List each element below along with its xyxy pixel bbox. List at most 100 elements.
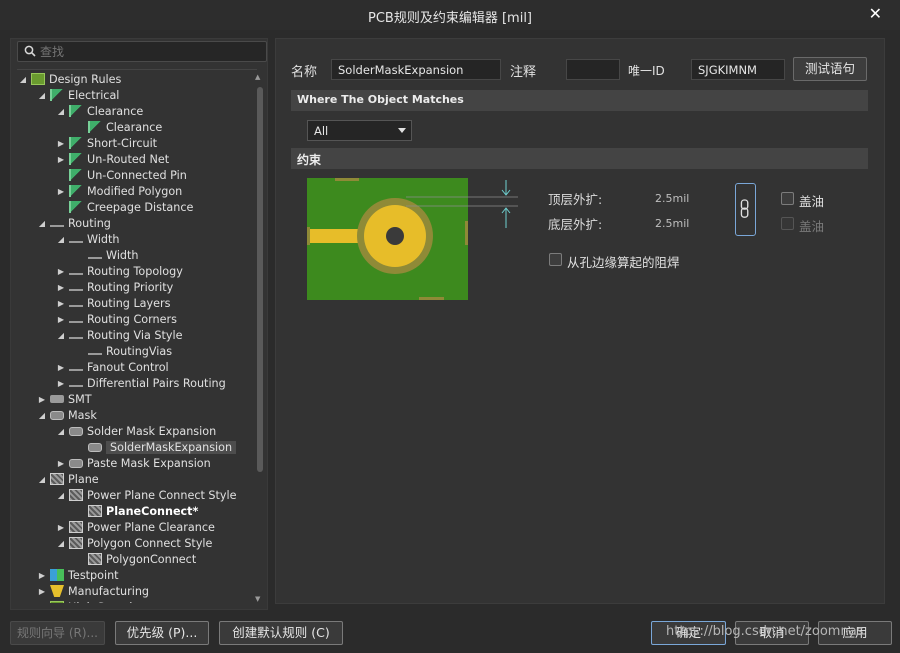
tree-scrollbar[interactable]: ▲ ▼: [255, 73, 263, 603]
expand-arrow-icon[interactable]: ▶: [56, 459, 66, 468]
tree-item[interactable]: ◢ Power Plane Connect Style: [56, 487, 237, 503]
title-bar: PCB规则及约束编辑器 [mil] ✕: [0, 0, 900, 30]
collapse-arrow-icon[interactable]: ◢: [56, 331, 66, 340]
top-tent-checkbox[interactable]: [781, 192, 794, 205]
expand-arrow-icon[interactable]: ▶: [56, 267, 66, 276]
tree-item[interactable]: ▶ SMT: [37, 391, 92, 407]
tree-item[interactable]: ▶ Modified Polygon: [56, 183, 182, 199]
tree-item-label: Mask: [68, 408, 97, 422]
search-box[interactable]: [17, 41, 267, 62]
collapse-arrow-icon[interactable]: ◢: [37, 219, 47, 228]
tree-item[interactable]: ▶ Differential Pairs Routing: [56, 375, 226, 391]
tree-item[interactable]: PlaneConnect*: [75, 503, 198, 519]
bottom-tent-checkbox[interactable]: [781, 217, 794, 230]
tree-item[interactable]: ◢ Routing Via Style: [56, 327, 183, 343]
tree-item[interactable]: ◢ Clearance: [56, 103, 143, 119]
collapse-arrow-icon[interactable]: ◢: [56, 427, 66, 436]
tree-item[interactable]: SolderMaskExpansion: [75, 439, 237, 455]
expand-arrow-icon[interactable]: ▶: [56, 523, 66, 532]
rule-category-icon: [69, 537, 83, 549]
bottom-expansion-value[interactable]: 2.5mil: [655, 217, 689, 230]
priority-button[interactable]: 优先级 (P)...: [115, 621, 209, 645]
scroll-down-icon[interactable]: ▼: [255, 595, 260, 603]
collapse-arrow-icon[interactable]: ◢: [56, 491, 66, 500]
tree-item[interactable]: ◢ Width: [56, 231, 120, 247]
tree-item[interactable]: Width: [75, 247, 139, 263]
expand-arrow-icon[interactable]: ▶: [37, 571, 47, 580]
rule-category-icon: [50, 601, 64, 603]
expand-arrow-icon[interactable]: ▶: [56, 379, 66, 388]
tree-item[interactable]: Un-Connected Pin: [56, 167, 187, 183]
top-expansion-value[interactable]: 2.5mil: [655, 192, 689, 205]
tree-item[interactable]: ◢ Mask: [37, 407, 97, 423]
tree-item[interactable]: RoutingVias: [75, 343, 172, 359]
id-field[interactable]: SJGKIMNM: [691, 59, 785, 80]
tree-item-label: Modified Polygon: [87, 184, 183, 198]
from-hole-edge-checkbox[interactable]: [549, 253, 562, 266]
tree-item[interactable]: ▶ Paste Mask Expansion: [56, 455, 211, 471]
tree-item[interactable]: ◢ Polygon Connect Style: [56, 535, 213, 551]
collapse-arrow-icon[interactable]: ◢: [56, 539, 66, 548]
expand-arrow-icon[interactable]: ▶: [56, 155, 66, 164]
scroll-thumb[interactable]: [257, 87, 263, 472]
tree-item[interactable]: ▶ Routing Layers: [56, 295, 171, 311]
tree-item[interactable]: ◢ Design Rules: [18, 71, 121, 87]
tree-item[interactable]: ◢ Solder Mask Expansion: [56, 423, 216, 439]
collapse-arrow-icon[interactable]: ◢: [56, 235, 66, 244]
collapse-arrow-icon[interactable]: ◢: [37, 411, 47, 420]
expand-arrow-icon[interactable]: ▶: [56, 139, 66, 148]
rule-category-icon: [69, 458, 83, 468]
collapse-arrow-icon[interactable]: ◢: [18, 75, 28, 84]
expand-arrow-icon[interactable]: ▶: [56, 187, 66, 196]
tree-item-label: PlaneConnect*: [106, 504, 199, 518]
search-input[interactable]: [40, 43, 260, 60]
rule-category-icon: [69, 201, 83, 213]
tree-item[interactable]: ▶ Testpoint: [37, 567, 119, 583]
tree-item[interactable]: Creepage Distance: [56, 199, 193, 215]
expand-arrow-icon[interactable]: ▶: [56, 299, 66, 308]
watermark-text: https://blog.csdn.net/zoomnas: [666, 624, 864, 639]
expand-arrow-icon[interactable]: ▶: [56, 363, 66, 372]
expand-arrow-icon[interactable]: ▶: [37, 395, 47, 404]
tree-item[interactable]: ◢ Electrical: [37, 87, 120, 103]
tree-item[interactable]: ▶ Short-Circuit: [56, 135, 157, 151]
link-toggle-button[interactable]: [735, 183, 756, 236]
comment-field[interactable]: [566, 59, 620, 80]
tree-item[interactable]: ◢ Plane: [37, 471, 99, 487]
tree-item[interactable]: High Speed: [37, 599, 132, 603]
rule-category-icon: [69, 185, 83, 197]
tree-item[interactable]: ▶ Manufacturing: [37, 583, 149, 599]
collapse-arrow-icon[interactable]: ◢: [37, 475, 47, 484]
tree-item[interactable]: ▶ Power Plane Clearance: [56, 519, 215, 535]
tree-item[interactable]: PolygonConnect: [75, 551, 196, 567]
tree-item[interactable]: ▶ Fanout Control: [56, 359, 169, 375]
expand-arrow-icon[interactable]: ▶: [56, 283, 66, 292]
rule-category-icon: [31, 73, 45, 85]
rule-category-icon: [69, 289, 83, 291]
tree-item[interactable]: Clearance: [75, 119, 162, 135]
close-icon[interactable]: ✕: [869, 4, 882, 23]
tree-item[interactable]: ▶ Routing Priority: [56, 279, 173, 295]
rule-tree-panel: ◢Design Rules◢Electrical◢ClearanceCleara…: [10, 38, 268, 610]
scroll-up-icon[interactable]: ▲: [255, 73, 260, 81]
tree-item-label: Routing Corners: [87, 312, 177, 326]
create-default-rules-button[interactable]: 创建默认规则 (C): [219, 621, 343, 645]
tree-item[interactable]: ▶ Routing Topology: [56, 263, 183, 279]
collapse-arrow-icon[interactable]: ◢: [56, 107, 66, 116]
expand-arrow-icon[interactable]: ▶: [37, 587, 47, 596]
name-label: 名称: [291, 65, 318, 80]
tree-item[interactable]: ◢ Routing: [37, 215, 111, 231]
name-field[interactable]: SolderMaskExpansion: [331, 59, 501, 80]
expand-arrow-icon[interactable]: ▶: [56, 315, 66, 324]
scope-select[interactable]: All: [307, 120, 412, 141]
tree-item-label: Un-Routed Net: [87, 152, 170, 166]
rule-wizard-button[interactable]: 规则向导 (R)...: [10, 621, 105, 645]
top-tent-label: 盖油: [799, 194, 825, 209]
tree-item-label: Manufacturing: [68, 584, 150, 598]
collapse-arrow-icon[interactable]: ◢: [37, 91, 47, 100]
rule-category-icon: [50, 89, 64, 101]
tree-item[interactable]: ▶ Un-Routed Net: [56, 151, 169, 167]
tree-item-label: Differential Pairs Routing: [87, 376, 226, 390]
test-query-button[interactable]: 测试语句: [793, 57, 867, 81]
tree-item[interactable]: ▶ Routing Corners: [56, 311, 177, 327]
